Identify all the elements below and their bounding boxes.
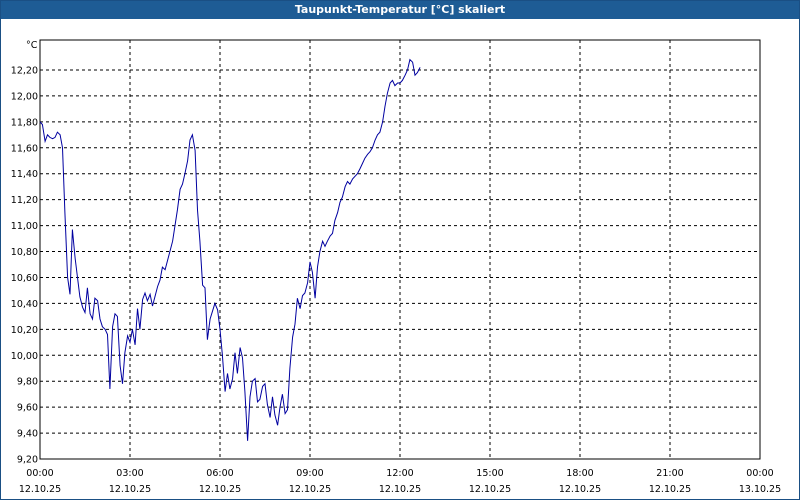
x-tick-label-time: 03:00: [116, 468, 143, 479]
x-tick-label-time: 18:00: [566, 468, 593, 479]
series-line-dewpoint: [39, 58, 421, 441]
y-tick-label: 11,00: [11, 221, 38, 232]
y-tick-label: 11,60: [11, 143, 38, 154]
y-tick-label: 9,40: [17, 429, 38, 440]
x-tick-label-date: 12.10.25: [289, 484, 331, 495]
x-tick-label-time: 09:00: [296, 468, 323, 479]
x-tick-label-time: 06:00: [206, 468, 233, 479]
y-tick-label: 10,60: [11, 273, 38, 284]
grid-lines: [40, 40, 760, 459]
y-tick-label: 12,20: [11, 66, 38, 77]
y-axis-ticks: 9,20 9,40 9,60 9,80 10,00 10,20 10,40 10,60 10,8…: [11, 66, 38, 466]
x-tick-label-time: 21:00: [656, 468, 683, 479]
x-tick-label-date: 12.10.25: [199, 484, 241, 495]
x-tick-label-time: 15:00: [476, 468, 503, 479]
x-tick-label-date: 12.10.25: [649, 484, 691, 495]
y-tick-label: 9,80: [17, 377, 38, 388]
y-tick-label: 10,40: [11, 299, 38, 310]
y-tick-label: 10,80: [11, 247, 38, 258]
x-tick-label-date: 12.10.25: [19, 484, 61, 495]
x-tick-label-date: 13.10.25: [739, 484, 781, 495]
x-tick-label-date: 12.10.25: [379, 484, 421, 495]
x-tick-label-date: 12.10.25: [559, 484, 601, 495]
y-tick-label: 9,60: [17, 403, 38, 414]
x-tick-label-date: 12.10.25: [109, 484, 151, 495]
y-tick-label: 10,20: [11, 325, 38, 336]
y-tick-label: 11,80: [11, 117, 38, 128]
x-tick-label-time: 00:00: [746, 468, 773, 479]
y-tick-label: 11,40: [11, 169, 38, 180]
x-tick-label-time: 12:00: [386, 468, 413, 479]
x-axis-ticks: 00:00 12.10.25 03:00 12.10.25 06:00 12.10.25 0…: [19, 468, 781, 495]
y-tick-label: 12,00: [11, 91, 38, 102]
y-tick-label: 10,00: [11, 351, 38, 362]
y-tick-label: 11,20: [11, 195, 38, 206]
y-axis-unit-label: °C: [26, 40, 38, 51]
chart-area: °C 9,20 9,40 9,60 9,80 10,00 10,20 10,40 10,60 1…: [11, 39, 781, 495]
x-tick-label-time: 00:00: [26, 468, 53, 479]
y-tick-label: 9,20: [17, 455, 38, 466]
x-tick-label-date: 12.10.25: [469, 484, 511, 495]
